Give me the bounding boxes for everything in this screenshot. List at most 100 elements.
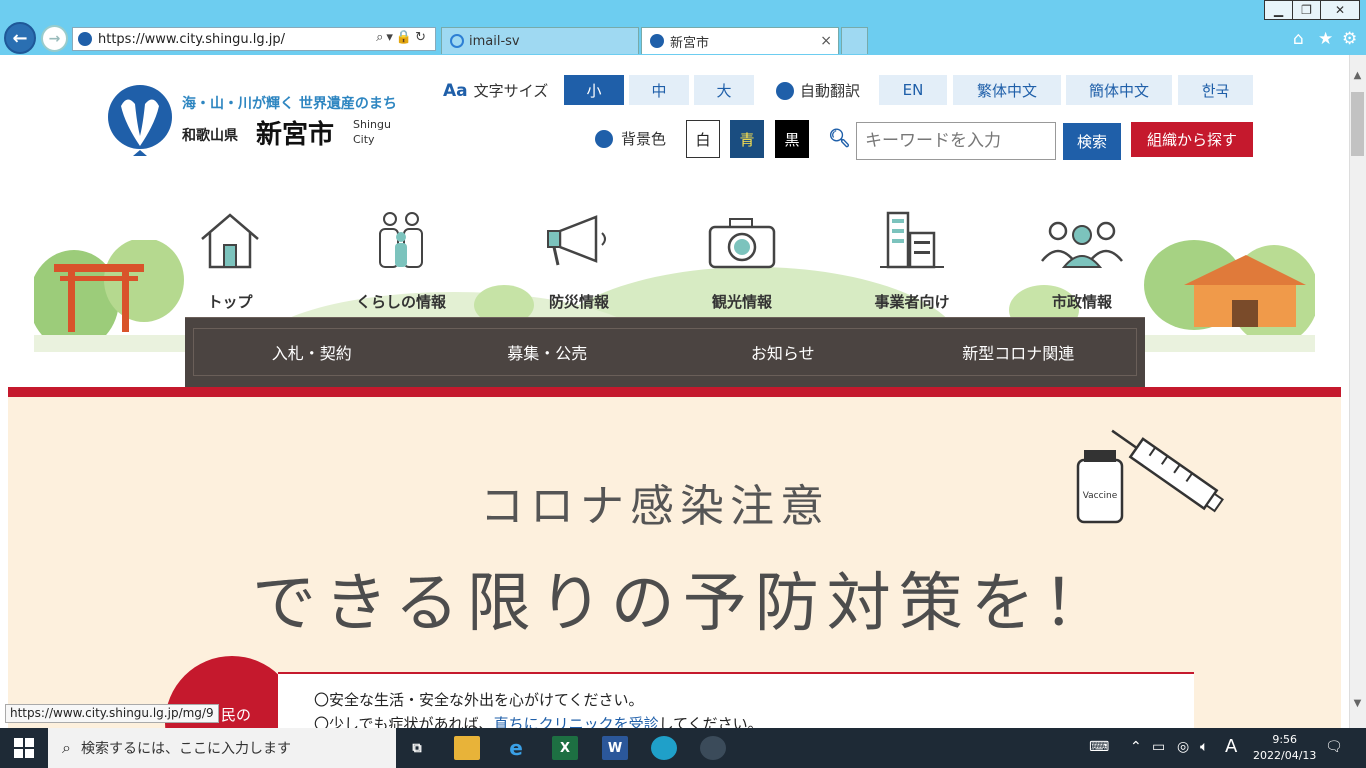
tab-label: imail-sv xyxy=(469,33,520,49)
dropdown-icon[interactable]: ▾ xyxy=(386,30,396,45)
notification-icon[interactable]: 🗨︎ xyxy=(1325,739,1343,755)
search-icon[interactable]: ⌕ xyxy=(376,30,386,45)
family-icon xyxy=(379,212,423,268)
city-name-en-2: City xyxy=(353,133,375,146)
subnav-covid[interactable]: 新型コロナ関連 xyxy=(901,329,1137,375)
font-size-medium-button[interactable]: 中 xyxy=(629,75,689,105)
city-name-en-1: Shingu xyxy=(353,118,391,131)
file-explorer-icon[interactable] xyxy=(454,736,480,760)
scroll-up-icon[interactable]: ▲ xyxy=(1349,70,1366,86)
site-tagline: 海・山・川が輝く 世界遺産のまち xyxy=(182,96,397,112)
taskbar-clock[interactable]: 9:56 2022/04/13 xyxy=(1253,732,1316,764)
bg-white-button[interactable]: 白 xyxy=(686,120,720,158)
font-size-large-button[interactable]: 大 xyxy=(694,75,754,105)
tab-label: 新宮市 xyxy=(670,35,710,51)
minimize-button[interactable]: ▁ xyxy=(1264,0,1293,20)
new-tab-button[interactable] xyxy=(841,27,868,54)
font-size-small-button[interactable]: 小 xyxy=(564,75,624,105)
subnav-recruitment[interactable]: 募集・公売 xyxy=(430,329,666,375)
house-icon xyxy=(201,213,259,269)
vaccine-label: Vaccine xyxy=(1083,491,1118,501)
restore-button[interactable]: ❐ xyxy=(1292,0,1321,20)
ime-indicator[interactable]: A xyxy=(1225,736,1237,757)
restore-icon: ❐ xyxy=(1301,3,1312,17)
scrollbar-thumb[interactable] xyxy=(1351,92,1364,156)
prefecture-name: 和歌山県 xyxy=(182,128,238,144)
keyboard-icon[interactable]: ⌨ xyxy=(1089,739,1109,755)
subnav-bidding[interactable]: 入札・契約 xyxy=(194,329,430,375)
address-actions[interactable]: ⌕▾🔒↻ xyxy=(376,30,429,45)
font-size-label: Aa 文字サイズ xyxy=(443,80,548,101)
nav-label: 事業者向け xyxy=(874,293,950,311)
battery-icon[interactable]: ▭ xyxy=(1152,739,1165,755)
bg-color-label: 背景色 xyxy=(595,128,666,149)
camera-icon xyxy=(708,218,776,269)
refresh-icon[interactable]: ↻ xyxy=(415,30,429,45)
search-icon: ⌕ xyxy=(62,738,71,757)
nav-tourism[interactable]: 観光情報 xyxy=(672,205,812,312)
city-logo[interactable] xyxy=(107,84,173,156)
excel-icon[interactable]: X xyxy=(552,736,578,760)
address-bar[interactable]: https://www.city.shingu.lg.jp/ ⌕▾🔒↻ xyxy=(72,27,436,51)
bg-blue-button[interactable]: 青 xyxy=(730,120,764,158)
subnav-news[interactable]: お知らせ xyxy=(665,329,901,375)
building-icon xyxy=(880,211,944,269)
city-name[interactable]: 新宮市 xyxy=(256,114,334,151)
nav-label: 観光情報 xyxy=(711,293,772,311)
banner-title: コロナ感染注意 xyxy=(480,481,830,532)
arrow-left-icon: ← xyxy=(12,27,28,49)
task-view-icon[interactable]: ⧉ xyxy=(404,736,430,760)
nav-living[interactable]: くらしの情報 xyxy=(331,205,471,312)
close-window-button[interactable]: ✕ xyxy=(1320,0,1360,20)
translate-label-text: 自動翻訳 xyxy=(800,82,861,100)
nav-label: 防災情報 xyxy=(548,293,609,311)
search-button[interactable]: 検索 xyxy=(1063,123,1121,160)
site-favicon-icon xyxy=(78,32,92,46)
internet-explorer-icon[interactable]: e xyxy=(503,736,529,760)
bg-color-label-text: 背景色 xyxy=(621,130,667,148)
nav-city-admin[interactable]: 市政情報 xyxy=(1012,205,1152,312)
lang-zh-cn-button[interactable]: 簡体中文 xyxy=(1066,75,1172,105)
search-input[interactable] xyxy=(856,122,1056,160)
lang-en-button[interactable]: EN xyxy=(879,75,947,105)
font-size-icon: Aa xyxy=(443,80,468,101)
nav-top[interactable]: トップ xyxy=(160,205,300,312)
network-app-icon[interactable] xyxy=(700,736,726,760)
scroll-down-icon[interactable]: ▼ xyxy=(1349,698,1366,714)
font-size-label-text: 文字サイズ xyxy=(473,82,549,100)
people-icon xyxy=(1041,221,1123,268)
home-icon[interactable]: ⌂ xyxy=(1293,29,1304,49)
arrow-right-icon: → xyxy=(48,30,61,47)
bg-black-button[interactable]: 黒 xyxy=(775,120,809,158)
clock-time: 9:56 xyxy=(1272,733,1298,746)
word-icon[interactable]: W xyxy=(602,736,628,760)
volume-icon[interactable]: 🔈︎ xyxy=(1200,739,1208,755)
address-url: https://www.city.shingu.lg.jp/ xyxy=(98,31,285,47)
back-button[interactable]: ← xyxy=(4,22,36,54)
windows-start-icon[interactable] xyxy=(14,738,34,758)
nav-label: くらしの情報 xyxy=(355,293,446,311)
forward-button[interactable]: → xyxy=(41,25,68,52)
banner-headline: できる限りの予防対策を！ xyxy=(252,567,1115,641)
lang-zh-tw-button[interactable]: 繁体中文 xyxy=(953,75,1061,105)
network-globe-icon[interactable]: ◎ xyxy=(1177,739,1189,755)
favorites-star-icon[interactable]: ★ xyxy=(1318,29,1333,49)
nav-business[interactable]: 事業者向け xyxy=(842,205,982,312)
close-tab-icon[interactable]: × xyxy=(820,33,832,49)
settings-gear-icon[interactable]: ⚙ xyxy=(1342,29,1357,49)
tab-shingu[interactable]: 新宮市 × xyxy=(641,27,839,54)
chevron-up-icon[interactable]: ⌃ xyxy=(1130,739,1142,755)
nav-label: 市政情報 xyxy=(1051,293,1112,311)
taskbar-search-placeholder: 検索するには、ここに入力します xyxy=(80,741,291,757)
banner-line-1: 〇安全な生活・安全な外出を心がけてください。 xyxy=(314,691,644,709)
taskbar-search-box[interactable]: ⌕ 検索するには、ここに入力します xyxy=(48,728,396,768)
org-search-button[interactable]: 組織から探す xyxy=(1131,122,1253,157)
lang-ko-button[interactable]: 한국 xyxy=(1178,75,1253,105)
edge-icon[interactable] xyxy=(651,736,677,760)
nav-disaster[interactable]: 防災情報 xyxy=(509,205,649,312)
lock-icon[interactable]: 🔒 xyxy=(396,30,415,45)
vaccine-syringe-icon: Vaccine xyxy=(1076,429,1224,524)
nav-label: トップ xyxy=(207,293,253,311)
tab-imail[interactable]: imail-sv xyxy=(441,27,639,54)
city-name-en: Shingu City xyxy=(353,117,393,147)
